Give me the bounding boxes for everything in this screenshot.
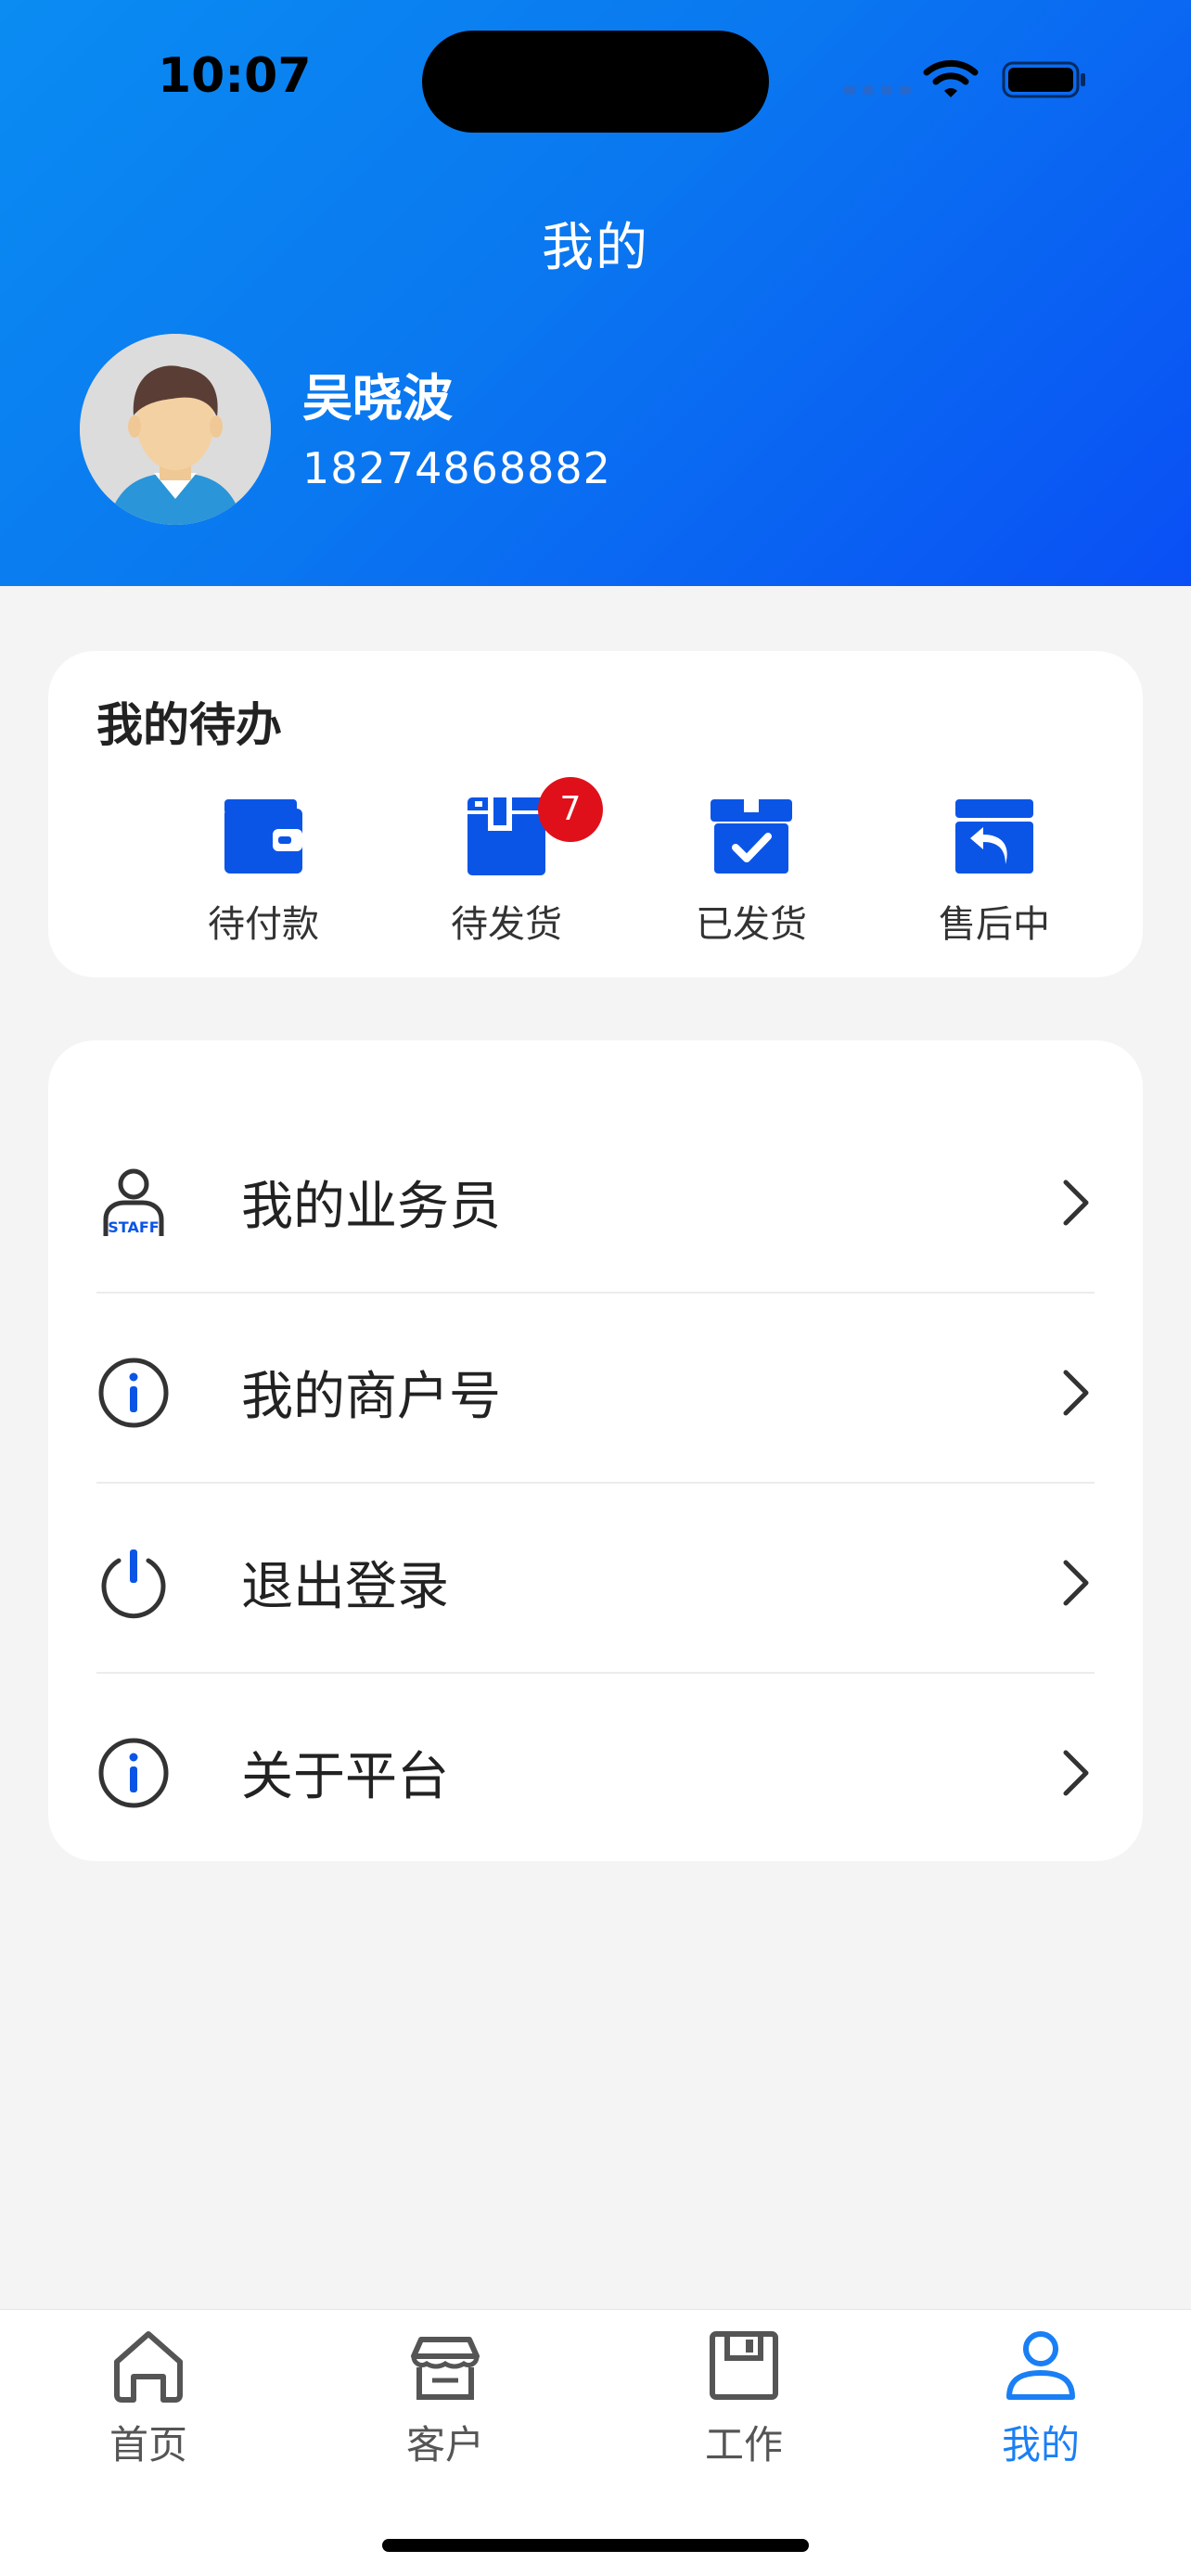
tab-home[interactable]: 首页 [56,2327,241,2470]
menu-card: STAFF 我的业务员 我的商户号 退出登录 关于平台 [48,1040,1143,1861]
wallet-icon [224,799,302,874]
todo-label: 已发货 [696,903,807,946]
todo-label: 待付款 [208,903,319,946]
user-name: 吴晓波 [302,369,453,427]
user-icon [1006,2331,1075,2400]
pending-shipment-badge: 7 [538,777,603,842]
box-check-icon [711,799,792,874]
dynamic-island [422,31,769,133]
tab-label: 工作 [704,2422,783,2468]
user-phone: 18274868882 [302,443,611,493]
todo-label: 待发货 [451,903,562,946]
battery-icon [1002,61,1085,98]
staff-icon: STAFF [103,1168,164,1236]
todo-shipped[interactable]: 已发货 [659,790,844,948]
tab-mine[interactable]: 我的 [948,2327,1133,2470]
chevron-right-icon [1057,1365,1095,1421]
divider [96,1292,1095,1294]
menu-label: 我的业务员 [241,1177,501,1237]
tab-label: 客户 [405,2422,484,2468]
todo-pending-payment[interactable]: 待付款 [171,790,356,948]
tab-work[interactable]: 工作 [651,2327,837,2470]
save-icon [710,2331,778,2400]
profile-header: 10:07 我的 吴晓波 18274868882 [0,0,1191,586]
home-indicator [382,2539,809,2552]
todo-label: 售后中 [939,903,1050,946]
wifi-icon [923,59,979,97]
tab-label: 我的 [1001,2422,1080,2468]
power-icon [101,1549,166,1618]
chevron-right-icon [1057,1555,1095,1611]
menu-label: 我的商户号 [241,1367,501,1427]
chevron-right-icon [1057,1745,1095,1801]
svg-text:STAFF: STAFF [108,1218,159,1236]
store-icon [411,2337,480,2400]
menu-label: 退出登录 [241,1557,449,1617]
status-time: 10:07 [158,48,312,104]
tab-label: 首页 [109,2422,187,2468]
avatar-icon [80,334,271,525]
tab-bar: 首页 客户 工作 我的 [0,2309,1191,2576]
profile-page: 10:07 我的 吴晓波 18274868882 我的待办 待付款 7 待发货 … [0,0,1191,2576]
info-icon [98,1358,169,1427]
page-title: 我的 [542,218,649,278]
todo-pending-shipment[interactable]: 7 待发货 [414,777,603,948]
menu-logout[interactable]: 退出登录 [96,1487,1095,1677]
todo-after-sales[interactable]: 售后中 [902,790,1087,948]
divider [96,1482,1095,1484]
menu-about-platform[interactable]: 关于平台 [96,1677,1095,1868]
home-icon [114,2331,183,2403]
menu-my-merchant-id[interactable]: 我的商户号 [96,1297,1095,1487]
menu-label: 关于平台 [241,1747,449,1807]
divider [96,1672,1095,1674]
cellular-signal-icon [844,85,911,95]
info-icon [98,1738,169,1807]
chevron-right-icon [1057,1175,1095,1231]
tab-customers[interactable]: 客户 [352,2327,538,2470]
return-icon [955,799,1033,874]
todo-title: 我的待办 [96,698,282,752]
menu-my-salesperson[interactable]: STAFF 我的业务员 [96,1107,1095,1297]
todo-card: 我的待办 待付款 7 待发货 已发货 售后中 [48,651,1143,977]
user-avatar[interactable] [80,334,271,525]
